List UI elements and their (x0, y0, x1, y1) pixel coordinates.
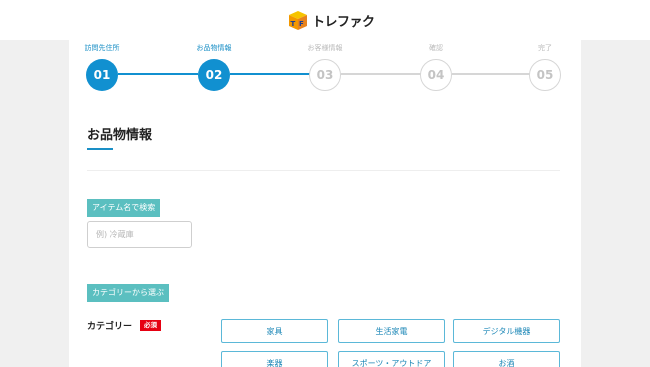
step-line-4 (452, 73, 530, 75)
svg-text:T: T (291, 20, 296, 28)
step-confirm: 確認 04 (406, 43, 466, 91)
svg-text:F: F (299, 20, 304, 28)
step-customer-info: お客様情報 03 (295, 43, 355, 91)
category-button-sports-outdoor[interactable]: スポーツ・アウトドア (338, 351, 445, 367)
step-number: 03 (309, 59, 341, 91)
site-logo[interactable]: T F トレファク (287, 9, 375, 31)
step-label: 確認 (429, 44, 443, 52)
category-button-home-appliances[interactable]: 生活家電 (338, 319, 445, 343)
category-field-label: カテゴリー (87, 322, 133, 332)
step-number: 05 (529, 59, 561, 91)
step-number: 02 (198, 59, 230, 91)
step-line-2 (230, 73, 310, 75)
site-header: T F トレファク (0, 0, 650, 40)
step-item-info: お品物情報 02 (184, 43, 244, 91)
required-badge: 必須 (140, 320, 161, 331)
category-button-alcohol[interactable]: お酒 (453, 351, 560, 367)
logo-wordmark: トレファク (312, 14, 375, 30)
item-name-search-input[interactable] (87, 221, 192, 248)
step-label: 訪問先住所 (84, 44, 120, 52)
section-divider (87, 170, 560, 171)
step-complete: 完了 05 (515, 43, 575, 91)
title-underline (87, 148, 113, 150)
step-number: 01 (86, 59, 118, 91)
category-button-furniture[interactable]: 家具 (221, 319, 328, 343)
category-button-instruments[interactable]: 楽器 (221, 351, 328, 367)
select-category-tag: カテゴリーから選ぶ (87, 284, 169, 302)
search-by-name-tag: アイテム名で検索 (87, 199, 161, 217)
logo-box-icon: T F (287, 9, 309, 31)
page-title: お品物情報 (87, 128, 153, 143)
step-line-1 (118, 73, 198, 75)
step-number: 04 (420, 59, 452, 91)
step-visit-address: 訪問先住所 01 (72, 43, 132, 91)
step-label: お品物情報 (196, 44, 232, 52)
step-label: お客様情報 (307, 44, 343, 52)
step-label: 完了 (538, 44, 552, 52)
category-button-digital-devices[interactable]: デジタル機器 (453, 319, 560, 343)
step-line-3 (341, 73, 421, 75)
